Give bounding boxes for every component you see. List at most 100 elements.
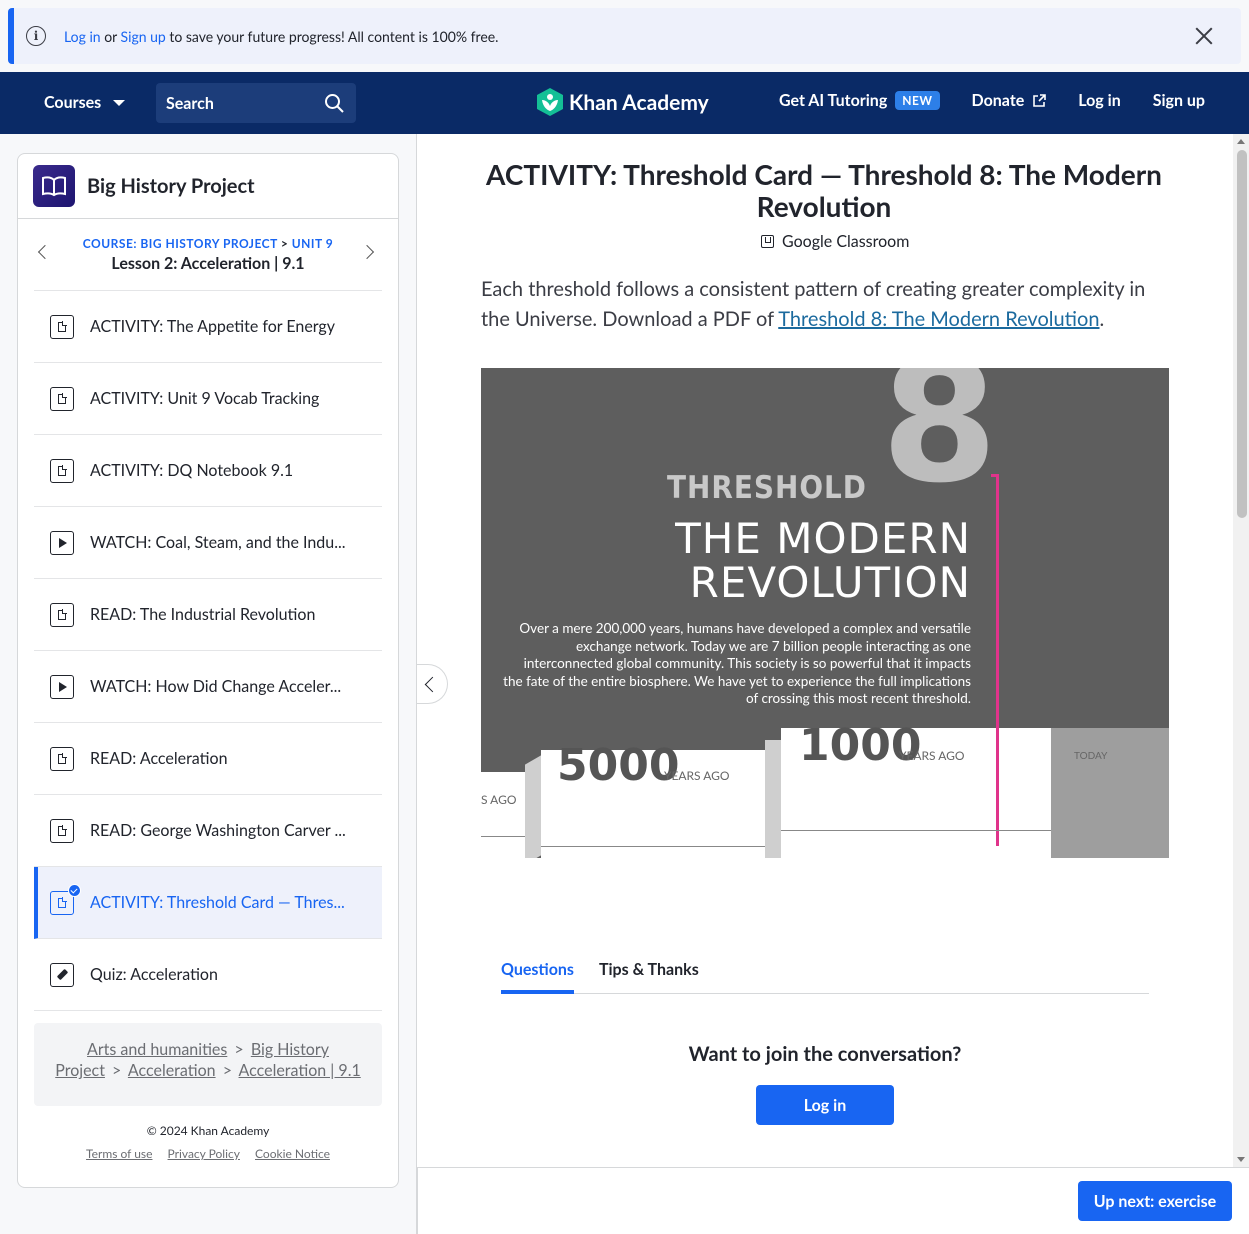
list-item[interactable]: WATCH: Coal, Steam, and the Indu... xyxy=(34,507,382,579)
timeline-ago-label: S AGO xyxy=(481,792,517,807)
chevron-down-icon xyxy=(113,99,126,106)
bottom-bar: Up next: exercise xyxy=(417,1167,1249,1234)
article-icon xyxy=(50,386,74,411)
scrollbar[interactable] xyxy=(1233,134,1249,1167)
khan-academy-logo[interactable]: Khan Academy xyxy=(537,88,709,116)
courses-menu-button[interactable]: Courses xyxy=(44,93,126,112)
play-icon xyxy=(50,674,74,699)
article-icon xyxy=(50,314,74,339)
breadcrumb-acceleration-link[interactable]: Acceleration xyxy=(128,1061,216,1080)
header-login-link[interactable]: Log in xyxy=(1078,91,1120,110)
breadcrumb-bhp-link-part2[interactable]: Project xyxy=(55,1061,105,1080)
list-item[interactable]: ACTIVITY: Unit 9 Vocab Tracking xyxy=(34,363,382,435)
course-sidebar: Big History Project COURSE: BIG HISTORY … xyxy=(17,153,399,1188)
scroll-down-icon[interactable] xyxy=(1237,1157,1245,1162)
item-label: ACTIVITY: The Appetite for Energy xyxy=(90,317,335,336)
item-label: ACTIVITY: DQ Notebook 9.1 xyxy=(90,461,294,480)
banner-or: or xyxy=(100,27,121,45)
banner-message: Log in or Sign up to save your future pr… xyxy=(64,28,498,45)
breadcrumb-lesson-link[interactable]: Acceleration | 9.1 xyxy=(239,1061,361,1080)
item-label: WATCH: Coal, Steam, and the Indu... xyxy=(90,533,346,552)
donate-label: Donate xyxy=(971,91,1025,110)
tab-questions[interactable]: Questions xyxy=(501,952,574,994)
courses-label: Courses xyxy=(44,93,102,112)
signup-banner: i Log in or Sign up to save your future … xyxy=(8,8,1241,64)
collapse-sidebar-button[interactable] xyxy=(417,664,448,704)
login-button[interactable]: Log in xyxy=(756,1085,894,1125)
breadcrumb-bhp-link-part1[interactable]: Big History xyxy=(251,1040,329,1059)
join-heading: Want to join the conversation? xyxy=(688,1042,962,1066)
course-book-icon xyxy=(33,165,75,207)
article-icon xyxy=(50,746,74,771)
list-item[interactable]: ACTIVITY: The Appetite for Energy xyxy=(34,291,382,363)
timeline-axis xyxy=(541,846,765,847)
ai-tutoring-link[interactable]: Get AI Tutoring NEW xyxy=(779,91,940,110)
ai-tutoring-label: Get AI Tutoring xyxy=(779,91,888,110)
pdf-link[interactable]: Threshold 8: The Modern Revolution xyxy=(778,307,1099,331)
list-item[interactable]: ACTIVITY: DQ Notebook 9.1 xyxy=(34,435,382,507)
card-number: 8 xyxy=(881,368,998,520)
card-threshold-label: THRESHOLD xyxy=(667,470,867,506)
header-actions: Get AI Tutoring NEW Donate Log in Sign u… xyxy=(779,91,1205,110)
google-classroom-icon xyxy=(761,235,774,248)
google-classroom-button[interactable]: Google Classroom xyxy=(761,232,909,251)
discussion-tabs: Questions Tips & Thanks xyxy=(501,952,1149,994)
scroll-up-icon[interactable] xyxy=(1237,139,1245,144)
timeline-years-ago: YEARS AGO xyxy=(899,748,965,763)
lesson-navigator: COURSE: BIG HISTORY PROJECT > UNIT 9 Les… xyxy=(34,219,382,291)
scrollbar-thumb[interactable] xyxy=(1237,150,1247,518)
terms-link[interactable]: Terms of use xyxy=(86,1146,152,1161)
lesson-title: Lesson 2: Acceleration | 9.1 xyxy=(111,254,305,273)
footer-links: Terms of use Privacy Policy Cookie Notic… xyxy=(18,1146,398,1161)
pencil-icon xyxy=(50,962,74,987)
crumb-course-link[interactable]: COURSE: BIG HISTORY PROJECT xyxy=(83,236,278,251)
breadcrumb-sep: > xyxy=(234,1040,244,1059)
list-item[interactable]: Quiz: Acceleration xyxy=(34,939,382,1011)
timeline-today-panel xyxy=(1051,728,1169,858)
donate-link[interactable]: Donate xyxy=(972,91,1047,110)
up-next-button[interactable]: Up next: exercise xyxy=(1078,1181,1232,1221)
external-link-icon xyxy=(1033,93,1047,107)
search-input[interactable]: Search xyxy=(156,83,356,123)
crumb-unit-link[interactable]: UNIT 9 xyxy=(292,236,333,251)
description: Each threshold follows a consistent patt… xyxy=(481,274,1171,334)
lesson-items: ACTIVITY: The Appetite for Energy ACTIVI… xyxy=(34,291,382,1011)
content-scroll-area: ACTIVITY: Threshold Card — Threshold 8: … xyxy=(417,134,1233,1167)
article-icon xyxy=(50,818,74,843)
privacy-link[interactable]: Privacy Policy xyxy=(168,1146,240,1161)
list-item[interactable]: WATCH: How Did Change Acceler... xyxy=(34,651,382,723)
card-title-line2: REVOLUTION xyxy=(689,558,971,607)
banner-login-link[interactable]: Log in xyxy=(64,28,101,45)
top-nav: Courses Search Khan Academy Get AI Tutor… xyxy=(0,72,1249,134)
item-label: ACTIVITY: Threshold Card — Thres... xyxy=(90,893,345,912)
close-icon[interactable] xyxy=(1193,25,1215,47)
list-item[interactable]: READ: The Industrial Revolution xyxy=(34,579,382,651)
description-end: . xyxy=(1099,307,1105,331)
header-signup-link[interactable]: Sign up xyxy=(1153,91,1205,110)
item-label: READ: Acceleration xyxy=(90,749,228,768)
banner-text: to save your future progress! All conten… xyxy=(165,27,499,45)
main-content: ACTIVITY: Threshold Card — Threshold 8: … xyxy=(417,134,1249,1234)
breadcrumb-arts-link[interactable]: Arts and humanities xyxy=(87,1040,227,1059)
check-icon xyxy=(68,883,81,897)
google-classroom-label: Google Classroom xyxy=(782,232,910,251)
banner-signup-link[interactable]: Sign up xyxy=(121,28,166,45)
course-title[interactable]: Big History Project xyxy=(87,174,255,198)
timeline-marker xyxy=(996,474,999,846)
card-paragraph: Over a mere 200,000 years, humans have d… xyxy=(503,620,971,706)
timeline-axis xyxy=(781,830,1051,831)
unit-breadcrumb: COURSE: BIG HISTORY PROJECT > UNIT 9 xyxy=(34,219,382,251)
cookie-link[interactable]: Cookie Notice xyxy=(255,1146,330,1161)
item-label: WATCH: How Did Change Acceler... xyxy=(90,677,342,696)
timeline-divider xyxy=(765,740,781,858)
tab-tips-thanks[interactable]: Tips & Thanks xyxy=(599,952,699,994)
item-label: ACTIVITY: Unit 9 Vocab Tracking xyxy=(90,389,320,408)
info-icon: i xyxy=(26,26,46,46)
article-icon xyxy=(50,602,74,627)
logo-text: Khan Academy xyxy=(569,89,709,115)
item-label: READ: The Industrial Revolution xyxy=(90,605,316,624)
list-item[interactable]: READ: George Washington Carver ... xyxy=(34,795,382,867)
list-item[interactable]: READ: Acceleration xyxy=(34,723,382,795)
search-label: Search xyxy=(166,93,214,113)
list-item-active[interactable]: ACTIVITY: Threshold Card — Thres... xyxy=(34,867,382,939)
